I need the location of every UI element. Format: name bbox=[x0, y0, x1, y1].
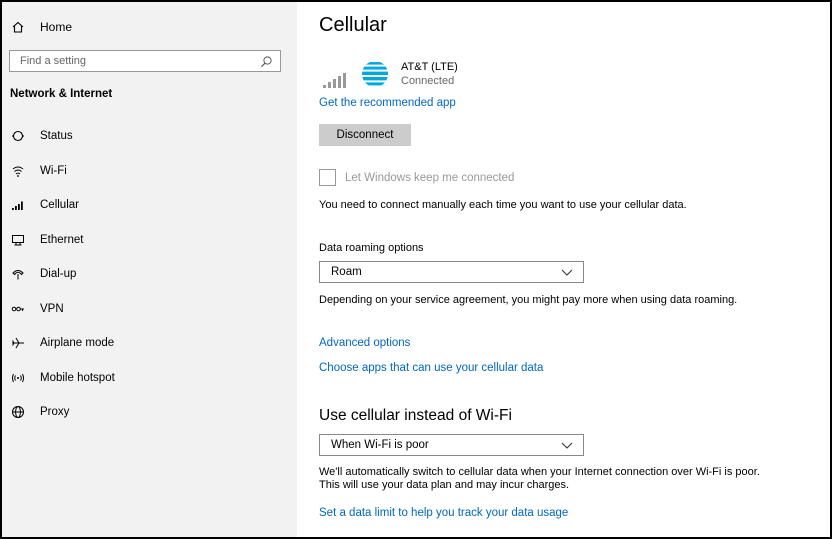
sidebar-item-ethernet[interactable]: Ethernet bbox=[2, 223, 297, 258]
data-limit-link[interactable]: Set a data limit to help you track your … bbox=[319, 507, 568, 519]
home-icon bbox=[10, 19, 26, 35]
connection-status: Connected bbox=[401, 75, 455, 87]
sidebar-item-label: Wi-Fi bbox=[40, 164, 67, 177]
nav-home-label: Home bbox=[40, 20, 73, 34]
connection-name: AT&T (LTE) bbox=[401, 61, 458, 73]
wifi-icon bbox=[10, 163, 26, 179]
sidebar-item-dialup[interactable]: Dial-up bbox=[2, 257, 297, 292]
hotspot-icon bbox=[10, 370, 26, 386]
roaming-select[interactable]: Roam bbox=[319, 261, 584, 283]
manual-connect-text: You need to connect manually each time y… bbox=[319, 199, 687, 211]
disconnect-button[interactable]: Disconnect bbox=[319, 124, 411, 146]
settings-window: Home Network & Internet Status Wi-Fi bbox=[0, 0, 832, 539]
sidebar-item-cellular[interactable]: Cellular bbox=[2, 188, 297, 223]
choose-apps-link[interactable]: Choose apps that can use your cellular d… bbox=[319, 362, 543, 374]
roaming-label: Data roaming options bbox=[319, 242, 424, 254]
sidebar-item-proxy[interactable]: Proxy bbox=[2, 395, 297, 430]
vpn-icon bbox=[10, 301, 26, 317]
chevron-down-icon bbox=[561, 269, 573, 276]
sidebar-item-hotspot[interactable]: Mobile hotspot bbox=[2, 361, 297, 396]
advanced-options-link[interactable]: Advanced options bbox=[319, 337, 410, 349]
sidebar-item-wifi[interactable]: Wi-Fi bbox=[2, 154, 297, 189]
sidebar-item-label: Airplane mode bbox=[40, 337, 115, 350]
search-input[interactable] bbox=[20, 55, 250, 67]
search-box[interactable] bbox=[9, 50, 281, 72]
status-icon bbox=[10, 128, 26, 144]
roaming-select-value: Roam bbox=[331, 266, 362, 278]
nav-home[interactable]: Home bbox=[10, 17, 72, 37]
dialup-icon bbox=[10, 266, 26, 282]
sidebar-item-vpn[interactable]: VPN bbox=[2, 292, 297, 327]
sidebar-item-status[interactable]: Status bbox=[2, 119, 297, 154]
cellular-icon bbox=[10, 197, 26, 213]
sidebar-item-airplane[interactable]: Airplane mode bbox=[2, 326, 297, 361]
sidebar-item-label: Ethernet bbox=[40, 233, 84, 246]
ethernet-icon bbox=[10, 232, 26, 248]
sidebar-item-label: Dial-up bbox=[40, 268, 77, 281]
wifi-select-value: When Wi-Fi is poor bbox=[331, 439, 429, 451]
sidebar-item-label: VPN bbox=[40, 302, 64, 315]
sidebar-item-label: Proxy bbox=[40, 406, 70, 419]
keep-connected-row[interactable]: Let Windows keep me connected bbox=[319, 169, 514, 186]
cellular-connection[interactable]: AT&T (LTE) Connected bbox=[323, 60, 458, 88]
globe-icon bbox=[10, 404, 26, 420]
wifi-text: We'll automatically switch to cellular d… bbox=[319, 466, 760, 491]
sidebar-item-label: Status bbox=[40, 130, 73, 143]
chevron-down-icon bbox=[561, 442, 573, 449]
search-icon[interactable] bbox=[260, 55, 273, 68]
sidebar-item-label: Cellular bbox=[40, 199, 79, 212]
sidebar: Home Network & Internet Status Wi-Fi bbox=[2, 2, 297, 537]
recommended-app-link[interactable]: Get the recommended app bbox=[319, 97, 456, 109]
keep-connected-checkbox[interactable] bbox=[319, 169, 336, 186]
signal-strength-icon bbox=[323, 66, 351, 88]
roaming-text: Depending on your service agreement, you… bbox=[319, 294, 738, 306]
connection-text: AT&T (LTE) Connected bbox=[401, 60, 458, 88]
nav-list: Status Wi-Fi Cellular Ethernet Dial-up V… bbox=[2, 119, 297, 430]
page-title: Cellular bbox=[319, 14, 387, 36]
att-logo-icon bbox=[362, 61, 388, 87]
keep-connected-label: Let Windows keep me connected bbox=[345, 171, 515, 184]
main-content: Cellular AT&T (LTE) Connected Get the re… bbox=[319, 2, 829, 537]
section-title: Network & Internet bbox=[10, 88, 113, 100]
wifi-section-title: Use cellular instead of Wi-Fi bbox=[319, 407, 512, 424]
wifi-mode-select[interactable]: When Wi-Fi is poor bbox=[319, 434, 584, 456]
airplane-icon bbox=[10, 335, 26, 351]
sidebar-item-label: Mobile hotspot bbox=[40, 371, 115, 384]
